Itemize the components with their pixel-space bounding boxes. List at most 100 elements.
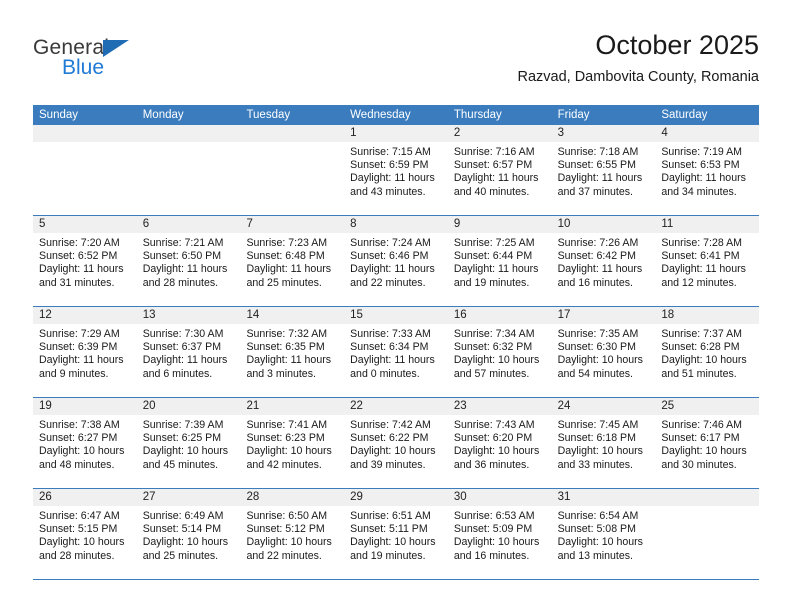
calendar-day-cell[interactable]: 29 Sunrise: 6:51 AM Sunset: 5:11 PM Dayligh… — [344, 489, 448, 579]
daylight-text-line1: Daylight: 11 hours — [661, 172, 746, 185]
daylight-text-line2: and 36 minutes. — [453, 458, 530, 471]
daylight-text-line2: and 19 minutes. — [350, 549, 426, 562]
day-details: Sunrise: 7:16 AM Sunset: 6:57 PM Daylight:… — [448, 142, 552, 199]
sunset-text: Sunset: 6:20 PM — [453, 432, 533, 445]
daylight-text-line2: and 28 minutes. — [39, 549, 115, 562]
title-block: October 2025 Razvad, Dambovita County, R… — [517, 28, 759, 88]
calendar-day-cell[interactable]: 8 Sunrise: 7:24 AM Sunset: 6:46 PM Daylight… — [344, 216, 448, 306]
calendar-day-cell[interactable]: 15 Sunrise: 7:33 AM Sunset: 6:34 PM Dayligh… — [344, 307, 448, 397]
sunset-text: Sunset: 6:50 PM — [142, 250, 222, 263]
sunrise-text: Sunrise: 7:26 AM — [557, 237, 639, 249]
calendar-day-cell-empty — [33, 125, 137, 215]
day-details: Sunrise: 7:43 AM Sunset: 6:20 PM Daylight:… — [448, 415, 552, 472]
calendar-day-cell[interactable]: 20 Sunrise: 7:39 AM Sunset: 6:25 PM Dayligh… — [136, 398, 241, 488]
calendar-day-cell[interactable]: 27 Sunrise: 6:49 AM Sunset: 5:14 PM Dayligh… — [136, 489, 241, 579]
day-number: 10 — [551, 216, 656, 233]
sunrise-text: Sunrise: 7:28 AM — [661, 237, 742, 249]
day-details: Sunrise: 7:21 AM Sunset: 6:50 PM Daylight:… — [137, 233, 241, 290]
day-details: Sunrise: 7:32 AM Sunset: 6:35 PM Daylight:… — [240, 324, 344, 381]
daylight-text-line1: Daylight: 11 hours — [350, 354, 435, 367]
day-details: Sunrise: 7:46 AM Sunset: 6:17 PM Daylight:… — [655, 415, 759, 472]
day-number: 8 — [344, 216, 448, 233]
sunrise-text: Sunrise: 7:35 AM — [557, 328, 639, 340]
day-number: 18 — [655, 307, 760, 324]
calendar-day-cell[interactable]: 6 Sunrise: 7:21 AM Sunset: 6:50 PM Daylight… — [136, 216, 241, 306]
sunset-text: Sunset: 5:08 PM — [557, 523, 636, 536]
calendar-day-cell[interactable]: 25 Sunrise: 7:46 AM Sunset: 6:17 PM Dayligh… — [655, 398, 760, 488]
calendar-day-cell-empty — [136, 125, 241, 215]
calendar-week-inner: 12 Sunrise: 7:29 AM Sunset: 6:39 PM Dayligh… — [33, 307, 760, 397]
general-blue-logo[interactable]: General Blue — [33, 36, 233, 84]
page-header: General Blue October 2025 Razvad, Dambov… — [33, 28, 759, 98]
daylight-text-line1: Daylight: 11 hours — [350, 263, 435, 276]
calendar-day-cell[interactable]: 11 Sunrise: 7:28 AM Sunset: 6:41 PM Dayligh… — [655, 216, 760, 306]
calendar-day-cell[interactable]: 5 Sunrise: 7:20 AM Sunset: 6:52 PM Daylight… — [33, 216, 137, 306]
daylight-text-line2: and 16 minutes. — [557, 276, 633, 289]
calendar-day-cell[interactable]: 23 Sunrise: 7:43 AM Sunset: 6:20 PM Dayligh… — [447, 398, 552, 488]
calendar-day-cell-empty — [240, 125, 345, 215]
calendar-day-cell[interactable]: 21 Sunrise: 7:41 AM Sunset: 6:23 PM Dayligh… — [240, 398, 345, 488]
daylight-text-line1: Daylight: 11 hours — [557, 263, 643, 276]
daylight-text-line2: and 3 minutes. — [246, 367, 316, 380]
calendar-weeks: 1 Sunrise: 7:15 AM Sunset: 6:59 PM Daylight… — [33, 125, 760, 580]
calendar-day-cell[interactable]: 18 Sunrise: 7:37 AM Sunset: 6:28 PM Dayligh… — [655, 307, 760, 397]
day-number: 28 — [240, 489, 345, 506]
sunrise-text: Sunrise: 7:32 AM — [246, 328, 328, 340]
calendar-day-cell[interactable]: 17 Sunrise: 7:35 AM Sunset: 6:30 PM Dayligh… — [551, 307, 656, 397]
sunset-text: Sunset: 6:48 PM — [246, 250, 325, 263]
sunset-text: Sunset: 6:25 PM — [142, 432, 222, 445]
day-number: 7 — [240, 216, 345, 233]
calendar-day-cell[interactable]: 26 Sunrise: 6:47 AM Sunset: 5:15 PM Dayligh… — [33, 489, 137, 579]
day-details: Sunrise: 7:24 AM Sunset: 6:46 PM Daylight:… — [344, 233, 448, 290]
weekday-header-wednesday: Wednesday — [350, 109, 411, 121]
sunset-text: Sunset: 6:28 PM — [661, 341, 740, 354]
day-details: Sunrise: 7:39 AM Sunset: 6:25 PM Daylight:… — [137, 415, 241, 472]
calendar-day-cell[interactable]: 24 Sunrise: 7:45 AM Sunset: 6:18 PM Dayligh… — [551, 398, 656, 488]
daylight-text-line1: Daylight: 11 hours — [350, 172, 435, 185]
calendar-day-cell[interactable]: 12 Sunrise: 7:29 AM Sunset: 6:39 PM Dayligh… — [33, 307, 137, 397]
day-number: 4 — [655, 125, 760, 142]
weekday-header-sunday: Sunday — [39, 109, 79, 121]
sunset-text: Sunset: 6:34 PM — [350, 341, 429, 354]
calendar-page: General Blue October 2025 Razvad, Dambov… — [0, 0, 792, 612]
calendar-day-cell[interactable]: 1 Sunrise: 7:15 AM Sunset: 6:59 PM Daylight… — [344, 125, 448, 215]
calendar-day-cell[interactable]: 30 Sunrise: 6:53 AM Sunset: 5:09 PM Dayligh… — [447, 489, 552, 579]
calendar-grid: Sunday Monday Tuesday Wednesday Thursday… — [33, 105, 760, 580]
weekday-header-friday: Friday — [557, 109, 590, 121]
weekday-header-saturday: Saturday — [661, 109, 708, 121]
daylight-text-line1: Daylight: 10 hours — [39, 536, 125, 549]
calendar-day-cell[interactable]: 13 Sunrise: 7:30 AM Sunset: 6:37 PM Dayligh… — [136, 307, 241, 397]
daylight-text-line1: Daylight: 10 hours — [661, 445, 747, 458]
daylight-text-line2: and 57 minutes. — [453, 367, 530, 380]
daylight-text-line1: Daylight: 10 hours — [453, 536, 540, 549]
calendar-day-cell[interactable]: 3 Sunrise: 7:18 AM Sunset: 6:55 PM Daylight… — [551, 125, 656, 215]
sunrise-text: Sunrise: 7:15 AM — [350, 146, 431, 158]
daylight-text-line2: and 39 minutes. — [350, 458, 426, 471]
calendar-day-cell[interactable]: 28 Sunrise: 6:50 AM Sunset: 5:12 PM Dayligh… — [240, 489, 345, 579]
calendar-day-cell[interactable]: 9 Sunrise: 7:25 AM Sunset: 6:44 PM Daylight… — [447, 216, 552, 306]
calendar-day-cell[interactable]: 22 Sunrise: 7:42 AM Sunset: 6:22 PM Dayligh… — [344, 398, 448, 488]
calendar-day-cell[interactable]: 31 Sunrise: 6:54 AM Sunset: 5:08 PM Dayligh… — [551, 489, 656, 579]
day-details: Sunrise: 6:54 AM Sunset: 5:08 PM Daylight:… — [552, 506, 656, 563]
calendar-day-cell[interactable]: 19 Sunrise: 7:38 AM Sunset: 6:27 PM Dayligh… — [33, 398, 137, 488]
sunset-text: Sunset: 6:44 PM — [453, 250, 533, 263]
calendar-day-cell[interactable]: 14 Sunrise: 7:32 AM Sunset: 6:35 PM Dayligh… — [240, 307, 345, 397]
daylight-text-line1: Daylight: 10 hours — [142, 445, 229, 458]
day-number: 16 — [447, 307, 552, 324]
calendar-day-cell[interactable]: 2 Sunrise: 7:16 AM Sunset: 6:57 PM Daylight… — [447, 125, 552, 215]
day-number: 12 — [33, 307, 137, 324]
daylight-text-line1: Daylight: 11 hours — [246, 354, 332, 367]
sunset-text: Sunset: 6:42 PM — [557, 250, 636, 263]
calendar-day-cell[interactable]: 16 Sunrise: 7:34 AM Sunset: 6:32 PM Dayligh… — [447, 307, 552, 397]
calendar-day-cell[interactable]: 4 Sunrise: 7:19 AM Sunset: 6:53 PM Daylight… — [655, 125, 760, 215]
calendar-day-cell[interactable]: 10 Sunrise: 7:26 AM Sunset: 6:42 PM Dayligh… — [551, 216, 656, 306]
sunset-text: Sunset: 5:09 PM — [453, 523, 533, 536]
day-number — [240, 125, 345, 142]
calendar-day-cell[interactable]: 7 Sunrise: 7:23 AM Sunset: 6:48 PM Daylight… — [240, 216, 345, 306]
sunrise-text: Sunrise: 6:50 AM — [246, 510, 328, 522]
sunrise-text: Sunrise: 7:21 AM — [142, 237, 224, 249]
day-number — [655, 489, 760, 506]
day-details: Sunrise: 6:50 AM Sunset: 5:12 PM Daylight:… — [240, 506, 344, 563]
sunset-text: Sunset: 6:32 PM — [453, 341, 533, 354]
day-number: 30 — [447, 489, 552, 506]
